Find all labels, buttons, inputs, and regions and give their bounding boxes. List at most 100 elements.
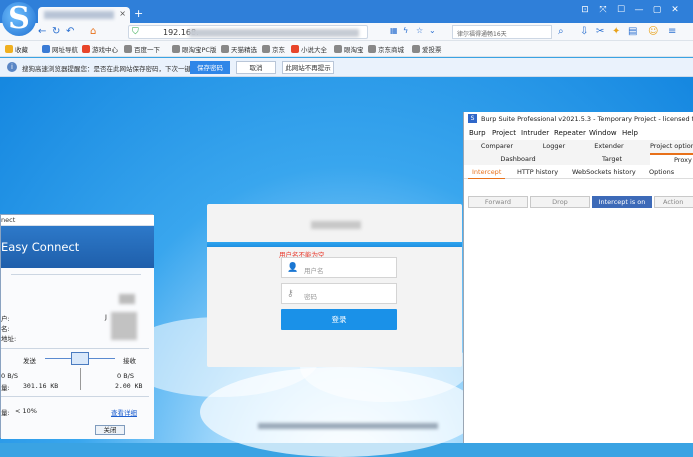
cut-icon[interactable]: ✂ bbox=[596, 26, 604, 37]
ec-send-rate: 0 B/S bbox=[1, 372, 18, 380]
subtab-http-history[interactable]: HTTP history bbox=[517, 168, 558, 176]
menu-intruder[interactable]: Intruder bbox=[521, 129, 549, 137]
action-button[interactable]: Action bbox=[654, 196, 693, 208]
extension-icon[interactable]: ✦ bbox=[612, 26, 620, 37]
intercept-toggle-button[interactable]: Intercept is on bbox=[592, 196, 652, 208]
download-icon[interactable]: ⇩ bbox=[580, 26, 588, 37]
bookmarks-bar: 收藏 网址导航 游戏中心 百度一下 眼淘宝PC版 天猫精选 京东 小说大全 眼淘… bbox=[0, 41, 693, 57]
bolt-icon[interactable]: ϟ bbox=[403, 26, 408, 35]
browser-navbar: ← ↻ ↶ ⌂ ⛉ 192.168. ▦ ϟ ☆ ⌄ 律尔福得通畅16天 ⌕ ⇩… bbox=[0, 23, 693, 41]
star-icon[interactable]: ☆ bbox=[416, 26, 423, 35]
maximize-icon[interactable]: ▢ bbox=[650, 5, 664, 17]
ec-details-link[interactable]: 查看详细 bbox=[111, 407, 137, 417]
burp-window-title: Burp Suite Professional v2021.5.3 - Temp… bbox=[481, 115, 693, 123]
ec-header: Easy Connect bbox=[1, 226, 154, 268]
bookmark-taobao[interactable]: 眼淘宝 bbox=[334, 44, 364, 54]
page-icon bbox=[368, 45, 376, 53]
skin-icon[interactable]: ⊡ bbox=[578, 5, 592, 17]
username-field[interactable]: 👤 用户名 bbox=[281, 257, 397, 278]
ec-app-title: Easy Connect bbox=[1, 240, 80, 254]
bookmark-jd[interactable]: 京东 bbox=[262, 44, 285, 54]
ec-values-redacted bbox=[111, 312, 137, 340]
menu-project[interactable]: Project bbox=[492, 129, 516, 137]
forward-button[interactable]: Forward bbox=[468, 196, 528, 208]
menu-repeater[interactable]: Repeater bbox=[554, 129, 586, 137]
menu-burp[interactable]: Burp bbox=[469, 129, 486, 137]
ec-body: 户: 名: 地址: J 发送 接收 0 B/S 0 B/S 量: 301.16 … bbox=[1, 268, 154, 439]
sogou-logo-icon: S bbox=[2, 2, 36, 36]
subtab-websockets-history[interactable]: WebSockets history bbox=[572, 168, 636, 176]
bookmark-taobao-pc[interactable]: 眼淘宝PC版 bbox=[172, 44, 216, 54]
browser-tab[interactable]: × bbox=[38, 7, 130, 23]
notes-icon[interactable]: ▤ bbox=[628, 26, 637, 37]
easy-connect-window: nect Easy Connect 户: 名: 地址: J 发送 接收 0 B/… bbox=[0, 214, 154, 439]
key-icon: ⚷ bbox=[287, 289, 294, 299]
tab-extender[interactable]: Extender bbox=[582, 142, 636, 150]
burp-logo-icon: S bbox=[468, 114, 477, 123]
new-tab-icon[interactable]: + bbox=[134, 7, 143, 20]
tab-close-icon[interactable]: × bbox=[119, 9, 126, 18]
burp-titlebar: S Burp Suite Professional v2021.5.3 - Te… bbox=[464, 112, 693, 126]
shrink-icon[interactable]: ⤧ bbox=[596, 5, 610, 17]
login-panel: 用户名不能为空 👤 用户名 ⚷ 密码 登录 bbox=[207, 204, 462, 367]
url-redacted bbox=[189, 29, 359, 37]
cloud-decoration bbox=[200, 367, 480, 457]
bookmark-vote[interactable]: 爱投票 bbox=[412, 44, 442, 54]
novel-icon bbox=[291, 45, 299, 53]
minimize-icon[interactable]: — bbox=[632, 5, 646, 17]
login-accent-bar bbox=[207, 242, 462, 247]
tab-proxy[interactable]: Proxy bbox=[650, 153, 693, 165]
menu-help[interactable]: Help bbox=[622, 129, 638, 137]
ec-user-label: 户: bbox=[1, 315, 10, 323]
ec-titlebar: nect bbox=[1, 215, 154, 226]
never-for-site-button[interactable]: 此网站不再提示 bbox=[282, 61, 334, 74]
burp-menubar: Burp Project Intruder Repeater Window He… bbox=[464, 126, 693, 139]
refresh-icon[interactable]: ↻ bbox=[52, 26, 60, 37]
save-password-button[interactable]: 保存密码 bbox=[190, 61, 230, 74]
bookmark-baidu[interactable]: 百度一下 bbox=[124, 44, 160, 54]
tab-target[interactable]: Target bbox=[574, 155, 650, 163]
bookmark-favorites[interactable]: 收藏 bbox=[5, 44, 28, 54]
password-placeholder: 密码 bbox=[304, 293, 317, 301]
address-bar[interactable]: ⛉ 192.168. bbox=[128, 25, 368, 39]
ec-name-label: 名: bbox=[1, 325, 10, 333]
page-icon bbox=[334, 45, 342, 53]
password-save-bar: i 搜狗高速浏览器提醒您：是否在此网站保存密码，下次一键登录！ 保存密码 取消 … bbox=[0, 58, 693, 77]
dropdown-icon[interactable]: ⌄ bbox=[429, 26, 436, 35]
undo-icon[interactable]: ↶ bbox=[66, 26, 74, 37]
search-icon[interactable]: ⌕ bbox=[558, 26, 564, 37]
bookmark-novels[interactable]: 小说大全 bbox=[291, 44, 327, 54]
login-button[interactable]: 登录 bbox=[281, 309, 397, 330]
star-icon bbox=[5, 45, 13, 53]
cancel-button[interactable]: 取消 bbox=[236, 61, 276, 74]
subtab-intercept[interactable]: Intercept bbox=[468, 168, 506, 179]
burp-tool-tabs: Comparer Logger Extender Project options… bbox=[464, 140, 693, 165]
layout-icon[interactable]: ☐ bbox=[614, 5, 628, 17]
user-icon: 👤 bbox=[287, 263, 299, 273]
menu-window[interactable]: Window bbox=[589, 129, 617, 137]
close-window-icon[interactable]: ✕ bbox=[668, 5, 682, 17]
ec-ratio: < 10% bbox=[15, 407, 37, 415]
page-icon bbox=[262, 45, 270, 53]
bookmark-tmall[interactable]: 天猫精选 bbox=[221, 44, 257, 54]
qr-icon[interactable]: ▦ bbox=[390, 26, 398, 35]
user-icon[interactable]: ☺ bbox=[648, 26, 658, 37]
bookmark-nav[interactable]: 网址导航 bbox=[42, 44, 78, 54]
username-placeholder: 用户名 bbox=[304, 267, 324, 275]
bookmark-games[interactable]: 游戏中心 bbox=[82, 44, 118, 54]
password-field[interactable]: ⚷ 密码 bbox=[281, 283, 397, 304]
tab-logger[interactable]: Logger bbox=[526, 142, 582, 150]
divider bbox=[1, 348, 149, 349]
tab-dashboard[interactable]: Dashboard bbox=[464, 155, 572, 163]
bookmark-jd-mall[interactable]: 京东商城 bbox=[368, 44, 404, 54]
tab-project-options[interactable]: Project options bbox=[650, 142, 693, 150]
tab-comparer[interactable]: Comparer bbox=[464, 142, 530, 150]
menu-icon[interactable]: ≡ bbox=[668, 26, 676, 37]
subtab-options[interactable]: Options bbox=[649, 168, 674, 176]
drop-button[interactable]: Drop bbox=[530, 196, 590, 208]
ec-recv-rate: 0 B/S bbox=[117, 372, 134, 380]
ec-close-button[interactable]: 关闭 bbox=[95, 425, 125, 435]
search-box[interactable]: 律尔福得通畅16天 bbox=[452, 25, 552, 39]
home-icon[interactable]: ⌂ bbox=[90, 26, 96, 37]
back-icon[interactable]: ← bbox=[38, 26, 46, 37]
